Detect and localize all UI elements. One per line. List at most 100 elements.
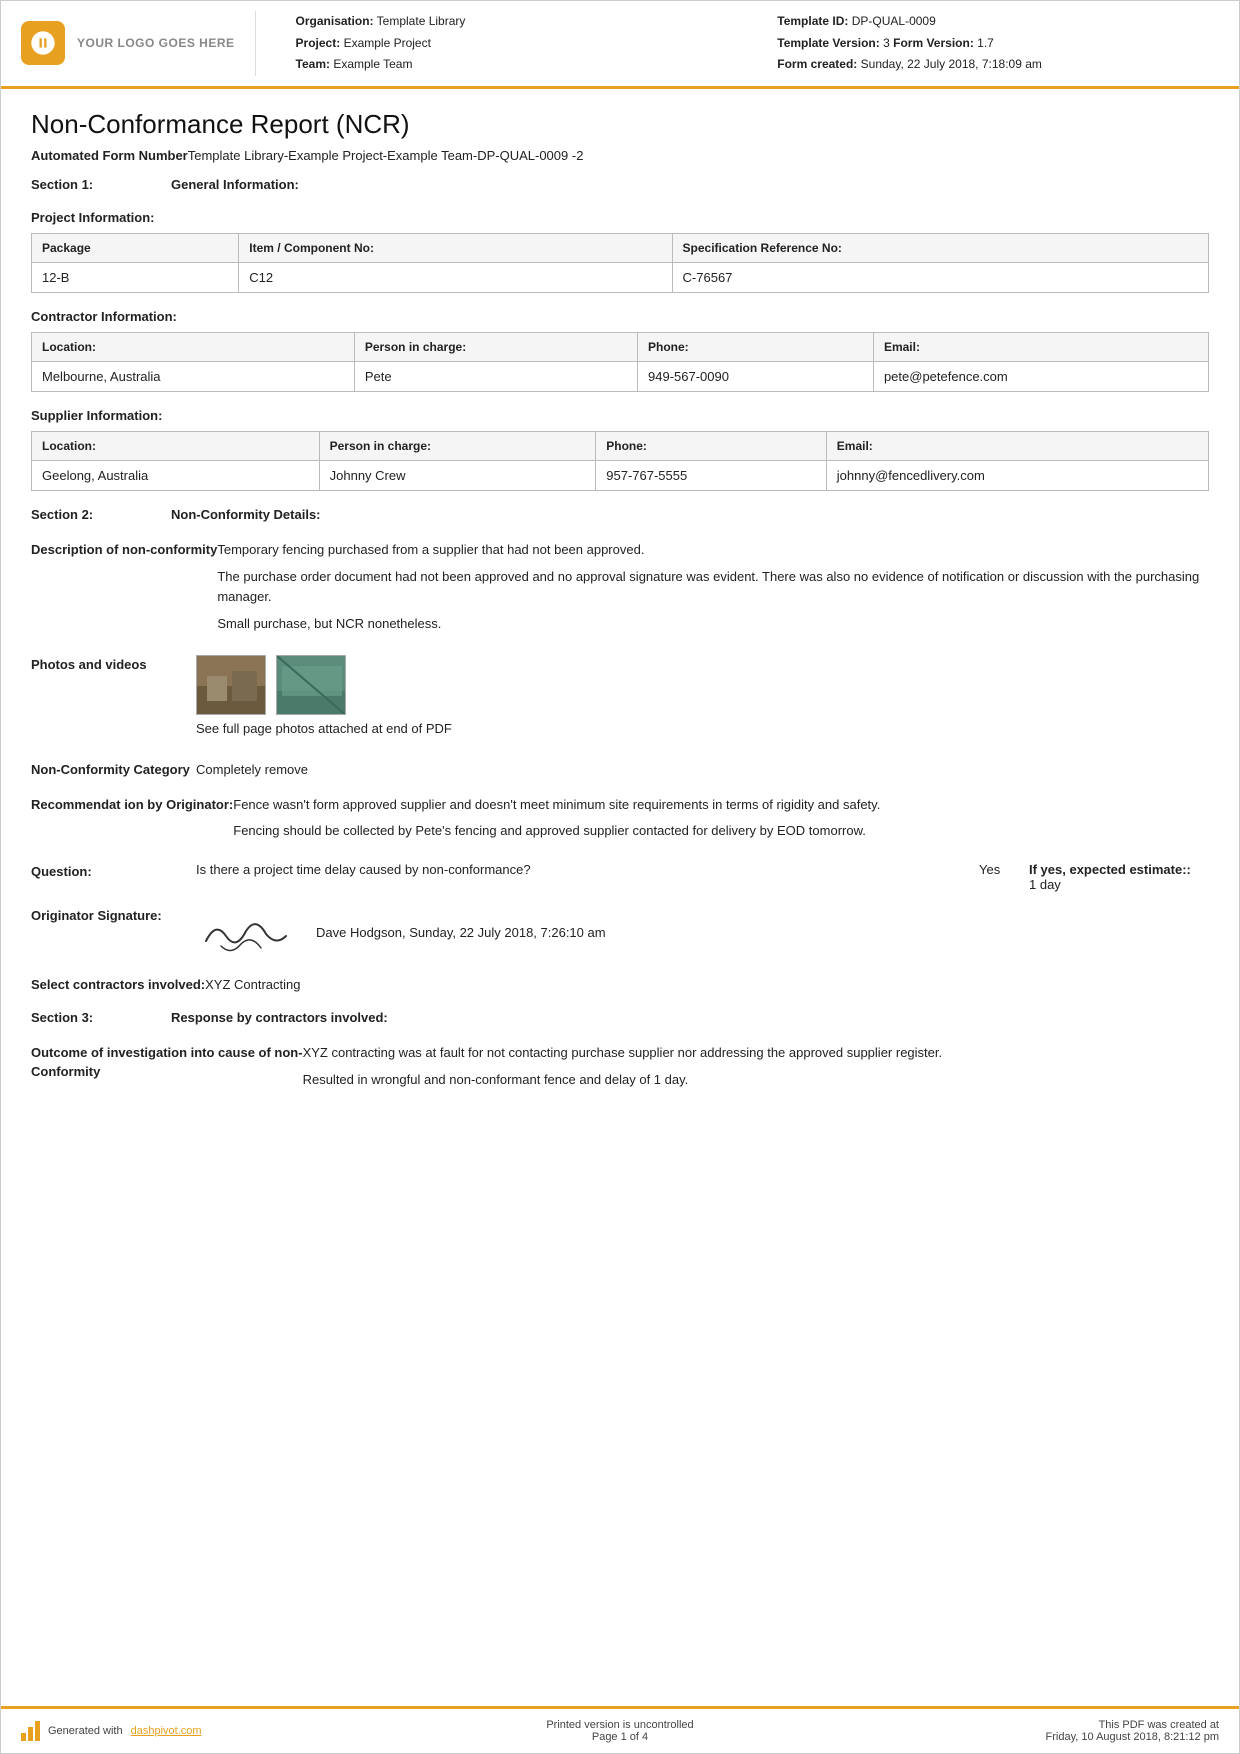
signature-row: Originator Signature: Dave Hodgson, Sund…: [31, 906, 1209, 961]
pdf-created-date: Friday, 10 August 2018, 8:21:12 pm: [833, 1731, 1219, 1743]
form-number-row: Automated Form Number Template Library-E…: [31, 148, 1209, 163]
form-version-value: 1.7: [977, 36, 994, 50]
project-value: Example Project: [344, 36, 431, 50]
signature-area: Dave Hodgson, Sunday, 22 July 2018, 7:26…: [196, 906, 1209, 961]
recommendation-value: Fence wasn't form approved supplier and …: [233, 795, 1209, 849]
printed-text: Printed version is uncontrolled: [427, 1719, 813, 1731]
header-meta: Organisation: Template Library Project: …: [276, 11, 1219, 76]
contractor-col-person: Person in charge:: [354, 332, 637, 361]
team-value: Example Team: [333, 57, 412, 71]
nonconformity-category-value: Completely remove: [196, 760, 1209, 781]
outcome-row: Outcome of investigation into cause of n…: [31, 1043, 1209, 1097]
section2-header: Section 2: Non-Conformity Details:: [31, 507, 1209, 522]
nonconformity-category-label: Non-Conformity Category: [31, 760, 196, 781]
section3-header: Section 3: Response by contractors invol…: [31, 1010, 1209, 1025]
dashpivot-icon: [21, 1721, 40, 1741]
question-estimate: If yes, expected estimate:: 1 day: [1029, 862, 1209, 892]
outcome-label-text: Outcome of investigation into cause of n…: [31, 1045, 303, 1060]
outcome-line-1: XYZ contracting was at fault for not con…: [303, 1043, 1209, 1064]
contractors-label: Select contractors involved:: [31, 975, 205, 996]
originator-signature-value: Dave Hodgson, Sunday, 22 July 2018, 7:26…: [196, 906, 1209, 961]
project-item-value: C12: [239, 262, 672, 292]
logo-svg: [29, 29, 57, 57]
template-id-value: DP-QUAL-0009: [852, 14, 936, 28]
header: YOUR LOGO GOES HERE Organisation: Templa…: [1, 1, 1239, 89]
photos-row: Photos and videos: [31, 655, 1209, 746]
generated-text: Generated with: [48, 1725, 123, 1737]
template-id-label: Template ID:: [777, 14, 848, 28]
project-col-package: Package: [32, 233, 239, 262]
supplier-col-phone: Phone:: [596, 431, 827, 460]
section3-label: Section 3:: [31, 1010, 151, 1025]
signature-image: [196, 906, 296, 961]
question-label: Question:: [31, 862, 196, 882]
page-text: Page 1 of 4: [427, 1731, 813, 1743]
supplier-col-email: Email:: [826, 431, 1208, 460]
section3-title: Response by contractors involved:: [171, 1010, 388, 1025]
recommendation-line-1: Fence wasn't form approved supplier and …: [233, 795, 1209, 816]
project-info-title: Project Information:: [31, 210, 1209, 225]
project-spec-value: C-76567: [672, 262, 1208, 292]
supplier-col-person: Person in charge:: [319, 431, 596, 460]
table-row: Geelong, Australia Johnny Crew 957-767-5…: [32, 460, 1209, 490]
template-version-label: Template Version:: [777, 36, 879, 50]
form-number-label: Automated Form Number: [31, 148, 188, 163]
supplier-col-location: Location:: [32, 431, 320, 460]
nonconformity-category-row: Non-Conformity Category Completely remov…: [31, 760, 1209, 781]
org-value: Template Library: [377, 14, 466, 28]
section2-label: Section 2:: [31, 507, 151, 522]
photos-caption: See full page photos attached at end of …: [196, 719, 1209, 740]
logo-text: YOUR LOGO GOES HERE: [77, 36, 235, 50]
question-estimate-label: If yes, expected estimate::: [1029, 862, 1191, 877]
team-label: Team:: [296, 57, 330, 71]
org-label: Organisation:: [296, 14, 374, 28]
originator-signature-name: Dave Hodgson, Sunday, 22 July 2018, 7:26…: [316, 923, 606, 944]
supplier-phone-value: 957-767-5555: [596, 460, 827, 490]
table-row: 12-B C12 C-76567: [32, 262, 1209, 292]
supplier-location-value: Geelong, Australia: [32, 460, 320, 490]
description-line-1: Temporary fencing purchased from a suppl…: [217, 540, 1209, 561]
contractor-col-phone: Phone:: [638, 332, 874, 361]
project-col-item: Item / Component No:: [239, 233, 672, 262]
project-col-spec: Specification Reference No:: [672, 233, 1208, 262]
outcome-line-2: Resulted in wrongful and non-conformant …: [303, 1070, 1209, 1091]
photos-area: [196, 655, 1209, 715]
dashpivot-link[interactable]: dashpivot.com: [131, 1725, 202, 1737]
form-created-label: Form created:: [777, 57, 857, 71]
recommendation-row: Recommendat ion by Originator: Fence was…: [31, 795, 1209, 849]
recommendation-label: Recommendat ion by Originator:: [31, 795, 233, 849]
project-package-value: 12-B: [32, 262, 239, 292]
section1-header: Section 1: General Information:: [31, 177, 1209, 192]
footer: Generated with dashpivot.com Printed ver…: [1, 1706, 1239, 1753]
outcome-value: XYZ contracting was at fault for not con…: [303, 1043, 1209, 1097]
footer-center: Printed version is uncontrolled Page 1 o…: [427, 1719, 813, 1743]
contractor-col-email: Email:: [873, 332, 1208, 361]
main-content: Non-Conformance Report (NCR) Automated F…: [1, 89, 1239, 1706]
pdf-created-text: This PDF was created at: [833, 1719, 1219, 1731]
section1-label: Section 1:: [31, 177, 151, 192]
header-col-right: Template ID: DP-QUAL-0009 Template Versi…: [777, 11, 1219, 76]
photos-value: See full page photos attached at end of …: [196, 655, 1209, 746]
question-row: Question: Is there a project time delay …: [31, 862, 1209, 892]
bar-1: [21, 1733, 26, 1741]
contractors-row: Select contractors involved: XYZ Contrac…: [31, 975, 1209, 996]
photo-thumb-1: [196, 655, 266, 715]
document-page: YOUR LOGO GOES HERE Organisation: Templa…: [0, 0, 1240, 1754]
description-line-3: Small purchase, but NCR nonetheless.: [217, 614, 1209, 635]
description-value: Temporary fencing purchased from a suppl…: [217, 540, 1209, 641]
footer-left: Generated with dashpivot.com: [21, 1721, 407, 1741]
conformity-text: Conformity: [31, 1064, 100, 1079]
form-number-value: Template Library-Example Project-Example…: [188, 148, 584, 163]
outcome-label: Outcome of investigation into cause of n…: [31, 1043, 303, 1097]
originator-signature-label: Originator Signature:: [31, 906, 196, 961]
bar-2: [28, 1727, 33, 1741]
contractor-person-value: Pete: [354, 361, 637, 391]
description-line-2: The purchase order document had not been…: [217, 567, 1209, 609]
description-row: Description of non-conformity Temporary …: [31, 540, 1209, 641]
section1-title: General Information:: [171, 177, 299, 192]
photos-label: Photos and videos: [31, 655, 196, 746]
footer-right: This PDF was created at Friday, 10 Augus…: [833, 1719, 1219, 1743]
contractor-col-location: Location:: [32, 332, 355, 361]
table-row: Melbourne, Australia Pete 949-567-0090 p…: [32, 361, 1209, 391]
supplier-email-value: johnny@fencedlivery.com: [826, 460, 1208, 490]
